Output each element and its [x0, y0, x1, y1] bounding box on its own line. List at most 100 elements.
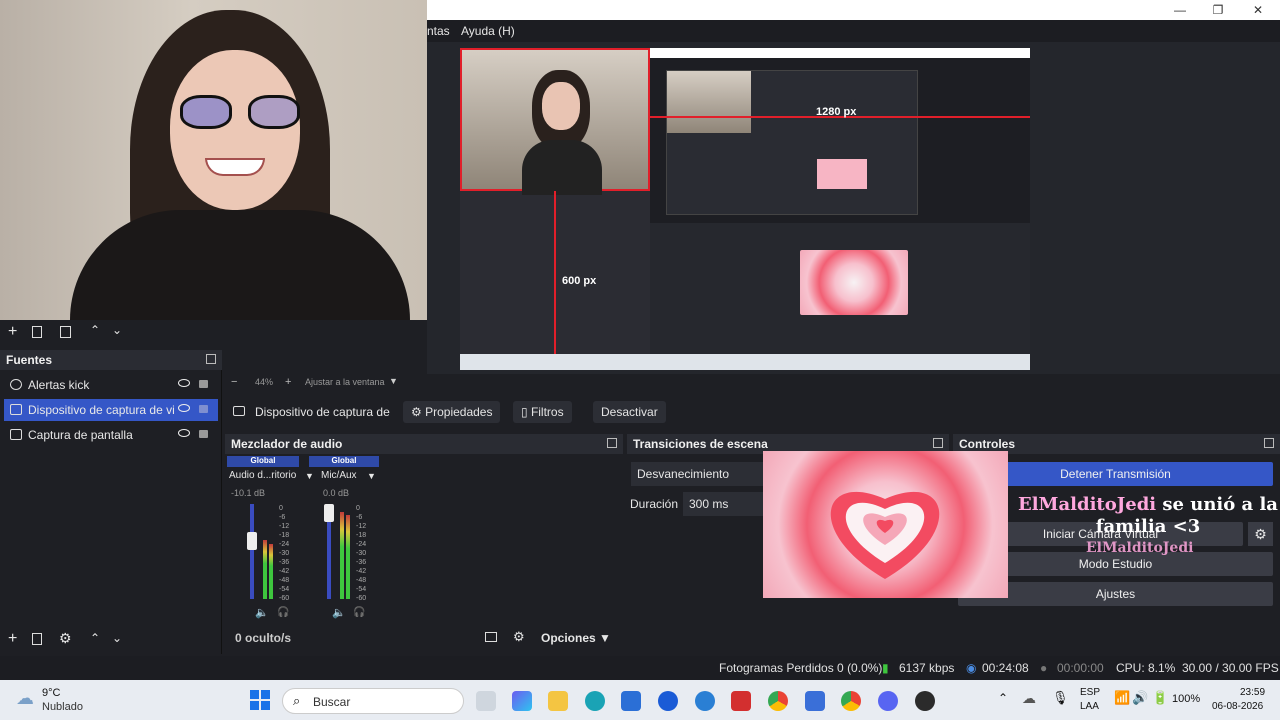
- language-code[interactable]: ESP: [1080, 687, 1100, 698]
- selected-source-name: Dispositivo de captura de v: [255, 405, 390, 419]
- person-face: [170, 50, 300, 210]
- speaker-icon[interactable]: 🔈: [332, 606, 346, 619]
- undock-icon[interactable]: [607, 438, 617, 448]
- chevron-down-icon[interactable]: ⌄: [112, 323, 122, 337]
- speaker-icon[interactable]: 🔈: [255, 606, 269, 619]
- lock-icon[interactable]: [199, 380, 208, 388]
- bitrate: 6137 kbps: [899, 661, 955, 675]
- zoom-bar: − 44% + Ajustar a la ventana ▼: [227, 374, 827, 392]
- mixer-title: Mezclador de audio: [231, 437, 343, 451]
- source-item-alerts[interactable]: Alertas kick: [4, 374, 218, 396]
- lock-icon[interactable]: [199, 405, 208, 413]
- microphone-icon[interactable]: 🎙: [1052, 690, 1069, 706]
- battery-icon[interactable]: 🔋: [1152, 690, 1168, 706]
- meter-scale: 0 -6 -12 -18 -24 -30 -36 -42 -48 -54 -60: [356, 504, 366, 603]
- chevron-up-icon[interactable]: ⌃: [998, 691, 1008, 705]
- source-label: Alertas kick: [28, 378, 90, 392]
- keyboard-layout[interactable]: LAA: [1080, 701, 1099, 712]
- undock-icon[interactable]: [933, 438, 943, 448]
- eye-icon[interactable]: [178, 379, 190, 387]
- undock-icon[interactable]: [1264, 438, 1274, 448]
- cloud-icon[interactable]: ☁: [16, 688, 34, 709]
- preview-canvas[interactable]: 1280 px 600 px: [460, 48, 1030, 370]
- channel-name[interactable]: Mic/Aux: [321, 470, 357, 481]
- meter-scale-tick: -24: [279, 541, 290, 548]
- chevron-down-icon[interactable]: ▼: [389, 376, 398, 386]
- options-button[interactable]: Opciones ▼: [541, 631, 611, 645]
- wifi-icon[interactable]: 📶: [1114, 690, 1130, 706]
- minimize-icon[interactable]: —: [1160, 2, 1200, 18]
- mcafee-icon[interactable]: [731, 691, 751, 711]
- copilot-icon[interactable]: [512, 691, 532, 711]
- controls-title: Controles: [959, 437, 1016, 451]
- trash-icon[interactable]: [32, 326, 42, 338]
- hidden-count: 0 oculto/s: [235, 631, 292, 645]
- menu-item-help[interactable]: Ayuda (H): [461, 24, 515, 38]
- task-view-icon[interactable]: [476, 691, 496, 711]
- store-icon[interactable]: [621, 691, 641, 711]
- edge-icon[interactable]: [585, 691, 605, 711]
- help-icon[interactable]: [695, 691, 715, 711]
- zoom-fit-select[interactable]: Ajustar a la ventana: [305, 377, 385, 387]
- properties-button[interactable]: ⚙ Propiedades: [403, 401, 501, 423]
- zoom-out-button[interactable]: −: [231, 376, 237, 388]
- source-item-video-capture[interactable]: Dispositivo de captura de video: [4, 399, 218, 421]
- clock-date[interactable]: 06-08-2026: [1212, 701, 1263, 712]
- headphones-icon[interactable]: 🎧: [277, 607, 289, 618]
- file-explorer-icon[interactable]: [548, 691, 568, 711]
- source-item-screen-capture[interactable]: Captura de pantalla: [4, 424, 218, 446]
- chevron-up-icon[interactable]: ⌃: [90, 323, 100, 337]
- search-box[interactable]: ⌕ Buscar: [282, 688, 464, 714]
- menu-bar: ntas Ayuda (H): [427, 20, 1280, 42]
- canvas-screen-source[interactable]: 1280 px: [650, 48, 1030, 370]
- app-icon[interactable]: [805, 691, 825, 711]
- audio-level-meter: [269, 544, 273, 599]
- close-icon[interactable]: ✕: [1238, 2, 1278, 18]
- heart-icon: [830, 491, 940, 579]
- lock-icon[interactable]: [199, 430, 208, 438]
- undock-icon[interactable]: [206, 354, 216, 364]
- gear-icon[interactable]: ⚙: [513, 629, 525, 645]
- clock-time[interactable]: 23:59: [1240, 687, 1265, 698]
- channel-name[interactable]: Audio d...ritorio: [229, 470, 296, 481]
- remove-source-icon[interactable]: [32, 633, 42, 645]
- filters-button[interactable]: ▯ Filtros: [513, 401, 572, 423]
- signal-icon: ▮: [882, 661, 889, 675]
- eye-icon[interactable]: [178, 404, 190, 412]
- glasses-left-icon: [180, 95, 232, 129]
- discord-icon[interactable]: [878, 691, 898, 711]
- record-icon: ●: [1040, 661, 1048, 675]
- duration-input[interactable]: 300 ms: [683, 492, 771, 516]
- maximize-icon[interactable]: ❐: [1198, 2, 1238, 18]
- add-source-icon[interactable]: +: [8, 630, 17, 648]
- chrome-profile-icon[interactable]: [841, 691, 861, 711]
- move-down-icon[interactable]: ⌄: [112, 631, 122, 645]
- obs-icon[interactable]: [915, 691, 935, 711]
- onedrive-icon[interactable]: ☁: [1022, 690, 1036, 707]
- transition-select[interactable]: Desvanecimiento: [631, 462, 771, 486]
- meter-scale-tick: -18: [356, 532, 367, 539]
- taskbar: ☁ 9°C Nublado ⌕ Buscar ⌃ ☁ 🎙 ESP LAA 📶 🔊…: [0, 680, 1280, 720]
- chrome-icon[interactable]: [768, 691, 788, 711]
- chevron-down-icon[interactable]: ▼: [367, 471, 376, 481]
- volume-icon[interactable]: 🔊: [1132, 690, 1148, 706]
- hp-icon[interactable]: [658, 691, 678, 711]
- canvas-webcam-source[interactable]: [460, 48, 650, 195]
- deactivate-button[interactable]: Desactivar: [593, 401, 666, 423]
- zoom-in-button[interactable]: +: [285, 376, 291, 388]
- chevron-down-icon[interactable]: ▼: [305, 471, 314, 481]
- fps: 30.00 / 30.00 FPS: [1182, 661, 1279, 675]
- nested-webcam: [667, 71, 751, 133]
- add-icon[interactable]: +: [8, 323, 17, 341]
- gear-icon[interactable]: ⚙: [59, 630, 72, 647]
- layout-icon[interactable]: [485, 632, 497, 642]
- move-up-icon[interactable]: ⌃: [90, 631, 100, 645]
- eye-icon[interactable]: [178, 429, 190, 437]
- windows-start-icon[interactable]: [250, 690, 270, 710]
- headphones-icon[interactable]: 🎧: [353, 607, 365, 618]
- menu-item-tools[interactable]: ntas: [427, 24, 450, 38]
- volume-slider-handle[interactable]: [247, 532, 257, 550]
- volume-slider-handle[interactable]: [324, 504, 334, 522]
- volume-slider-track[interactable]: [250, 504, 254, 599]
- filter-icon[interactable]: [60, 326, 71, 338]
